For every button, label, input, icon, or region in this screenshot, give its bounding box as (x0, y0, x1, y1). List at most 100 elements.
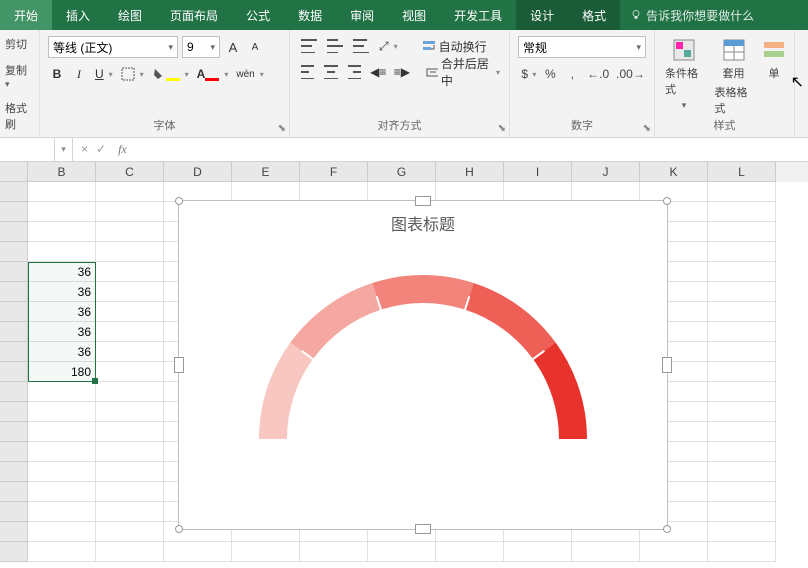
cell[interactable] (708, 362, 776, 382)
col-header[interactable]: L (708, 162, 776, 182)
cell[interactable] (708, 322, 776, 342)
increase-font-button[interactable]: A (224, 37, 242, 57)
tab-data[interactable]: 数据 (284, 0, 336, 30)
row-header[interactable] (0, 402, 28, 422)
cell[interactable] (640, 182, 708, 202)
alignment-dialog-launcher[interactable]: ⬊ (498, 123, 506, 134)
merge-center-button[interactable]: 合并后居中 (423, 62, 501, 82)
underline-button[interactable]: U (92, 64, 114, 84)
tab-formula[interactable]: 公式 (232, 0, 284, 30)
tab-design[interactable]: 设计 (516, 0, 568, 30)
col-header[interactable]: F (300, 162, 368, 182)
cell[interactable]: 36 (28, 302, 96, 322)
cell[interactable] (96, 542, 164, 562)
cell[interactable] (96, 402, 164, 422)
decrease-decimal-button[interactable]: .00→ (615, 64, 646, 84)
row-header[interactable] (0, 262, 28, 282)
cell[interactable] (96, 502, 164, 522)
row-header[interactable] (0, 242, 28, 262)
row-header[interactable] (0, 202, 28, 222)
tab-home[interactable]: 开始 (0, 0, 52, 30)
cell[interactable] (504, 182, 572, 202)
col-header[interactable]: G (368, 162, 436, 182)
cell[interactable] (708, 302, 776, 322)
cell[interactable] (708, 522, 776, 542)
row-header[interactable] (0, 342, 28, 362)
col-header[interactable]: C (96, 162, 164, 182)
tab-view[interactable]: 视图 (388, 0, 440, 30)
cell[interactable] (28, 202, 96, 222)
italic-button[interactable]: I (70, 64, 88, 84)
row-header[interactable] (0, 302, 28, 322)
cell[interactable]: 36 (28, 282, 96, 302)
cut-button[interactable]: 剪切 (2, 34, 37, 54)
accounting-format-button[interactable]: $ (518, 64, 537, 84)
increase-indent-button[interactable]: ≡▶ (392, 62, 412, 82)
copy-button[interactable]: 复制 ▾ (2, 60, 37, 92)
cell[interactable] (708, 502, 776, 522)
cell[interactable] (96, 182, 164, 202)
cell[interactable] (708, 482, 776, 502)
phonetic-button[interactable]: wèn (233, 64, 264, 84)
cell[interactable] (368, 542, 436, 562)
cell[interactable] (28, 222, 96, 242)
row-header[interactable] (0, 362, 28, 382)
cell[interactable]: 36 (28, 322, 96, 342)
tab-format[interactable]: 格式 (568, 0, 620, 30)
cell[interactable] (96, 462, 164, 482)
cell[interactable] (28, 422, 96, 442)
col-header[interactable]: I (504, 162, 572, 182)
align-bottom-button[interactable] (350, 36, 372, 56)
cell[interactable] (96, 422, 164, 442)
number-dialog-launcher[interactable]: ⬊ (643, 123, 651, 134)
cell[interactable] (640, 542, 708, 562)
tab-dev[interactable]: 开发工具 (440, 0, 516, 30)
number-format-dropdown[interactable]: 常规▾ (518, 36, 646, 58)
percent-button[interactable]: % (541, 64, 559, 84)
cell[interactable] (708, 402, 776, 422)
row-header[interactable] (0, 502, 28, 522)
cell[interactable] (28, 522, 96, 542)
cell[interactable] (708, 262, 776, 282)
cell[interactable] (708, 462, 776, 482)
col-header[interactable]: K (640, 162, 708, 182)
cell[interactable] (708, 422, 776, 442)
resize-handle-ne[interactable] (663, 197, 671, 205)
row-header[interactable] (0, 442, 28, 462)
cell[interactable] (96, 442, 164, 462)
cell[interactable] (96, 522, 164, 542)
cell[interactable] (504, 542, 572, 562)
cell[interactable] (96, 202, 164, 222)
resize-handle-s[interactable] (415, 524, 431, 534)
tab-review[interactable]: 审阅 (336, 0, 388, 30)
cell[interactable]: 36 (28, 262, 96, 282)
cell[interactable] (708, 202, 776, 222)
name-box[interactable] (0, 138, 55, 161)
row-header[interactable] (0, 462, 28, 482)
orientation-button[interactable]: ⤢ (376, 36, 399, 56)
cell[interactable] (232, 182, 300, 202)
border-button[interactable] (118, 64, 145, 84)
select-all-corner[interactable] (0, 162, 28, 182)
col-header[interactable]: J (572, 162, 640, 182)
row-header[interactable] (0, 222, 28, 242)
cell[interactable] (708, 442, 776, 462)
cell[interactable]: 36 (28, 342, 96, 362)
cell[interactable] (164, 542, 232, 562)
resize-handle-e[interactable] (662, 357, 672, 373)
name-box-dropdown[interactable]: ▾ (55, 138, 73, 161)
cell[interactable] (96, 302, 164, 322)
cell[interactable] (300, 542, 368, 562)
format-painter-button[interactable]: 格式刷 (2, 98, 37, 134)
tab-draw[interactable]: 绘图 (104, 0, 156, 30)
cell[interactable] (28, 482, 96, 502)
decrease-font-button[interactable]: A (246, 37, 264, 57)
cell[interactable] (96, 222, 164, 242)
row-header[interactable] (0, 182, 28, 202)
cell[interactable] (436, 182, 504, 202)
cell[interactable] (708, 342, 776, 362)
cell[interactable] (28, 462, 96, 482)
font-color-button[interactable]: A (194, 64, 230, 84)
row-header[interactable] (0, 482, 28, 502)
increase-decimal-button[interactable]: ←.0 (585, 64, 611, 84)
